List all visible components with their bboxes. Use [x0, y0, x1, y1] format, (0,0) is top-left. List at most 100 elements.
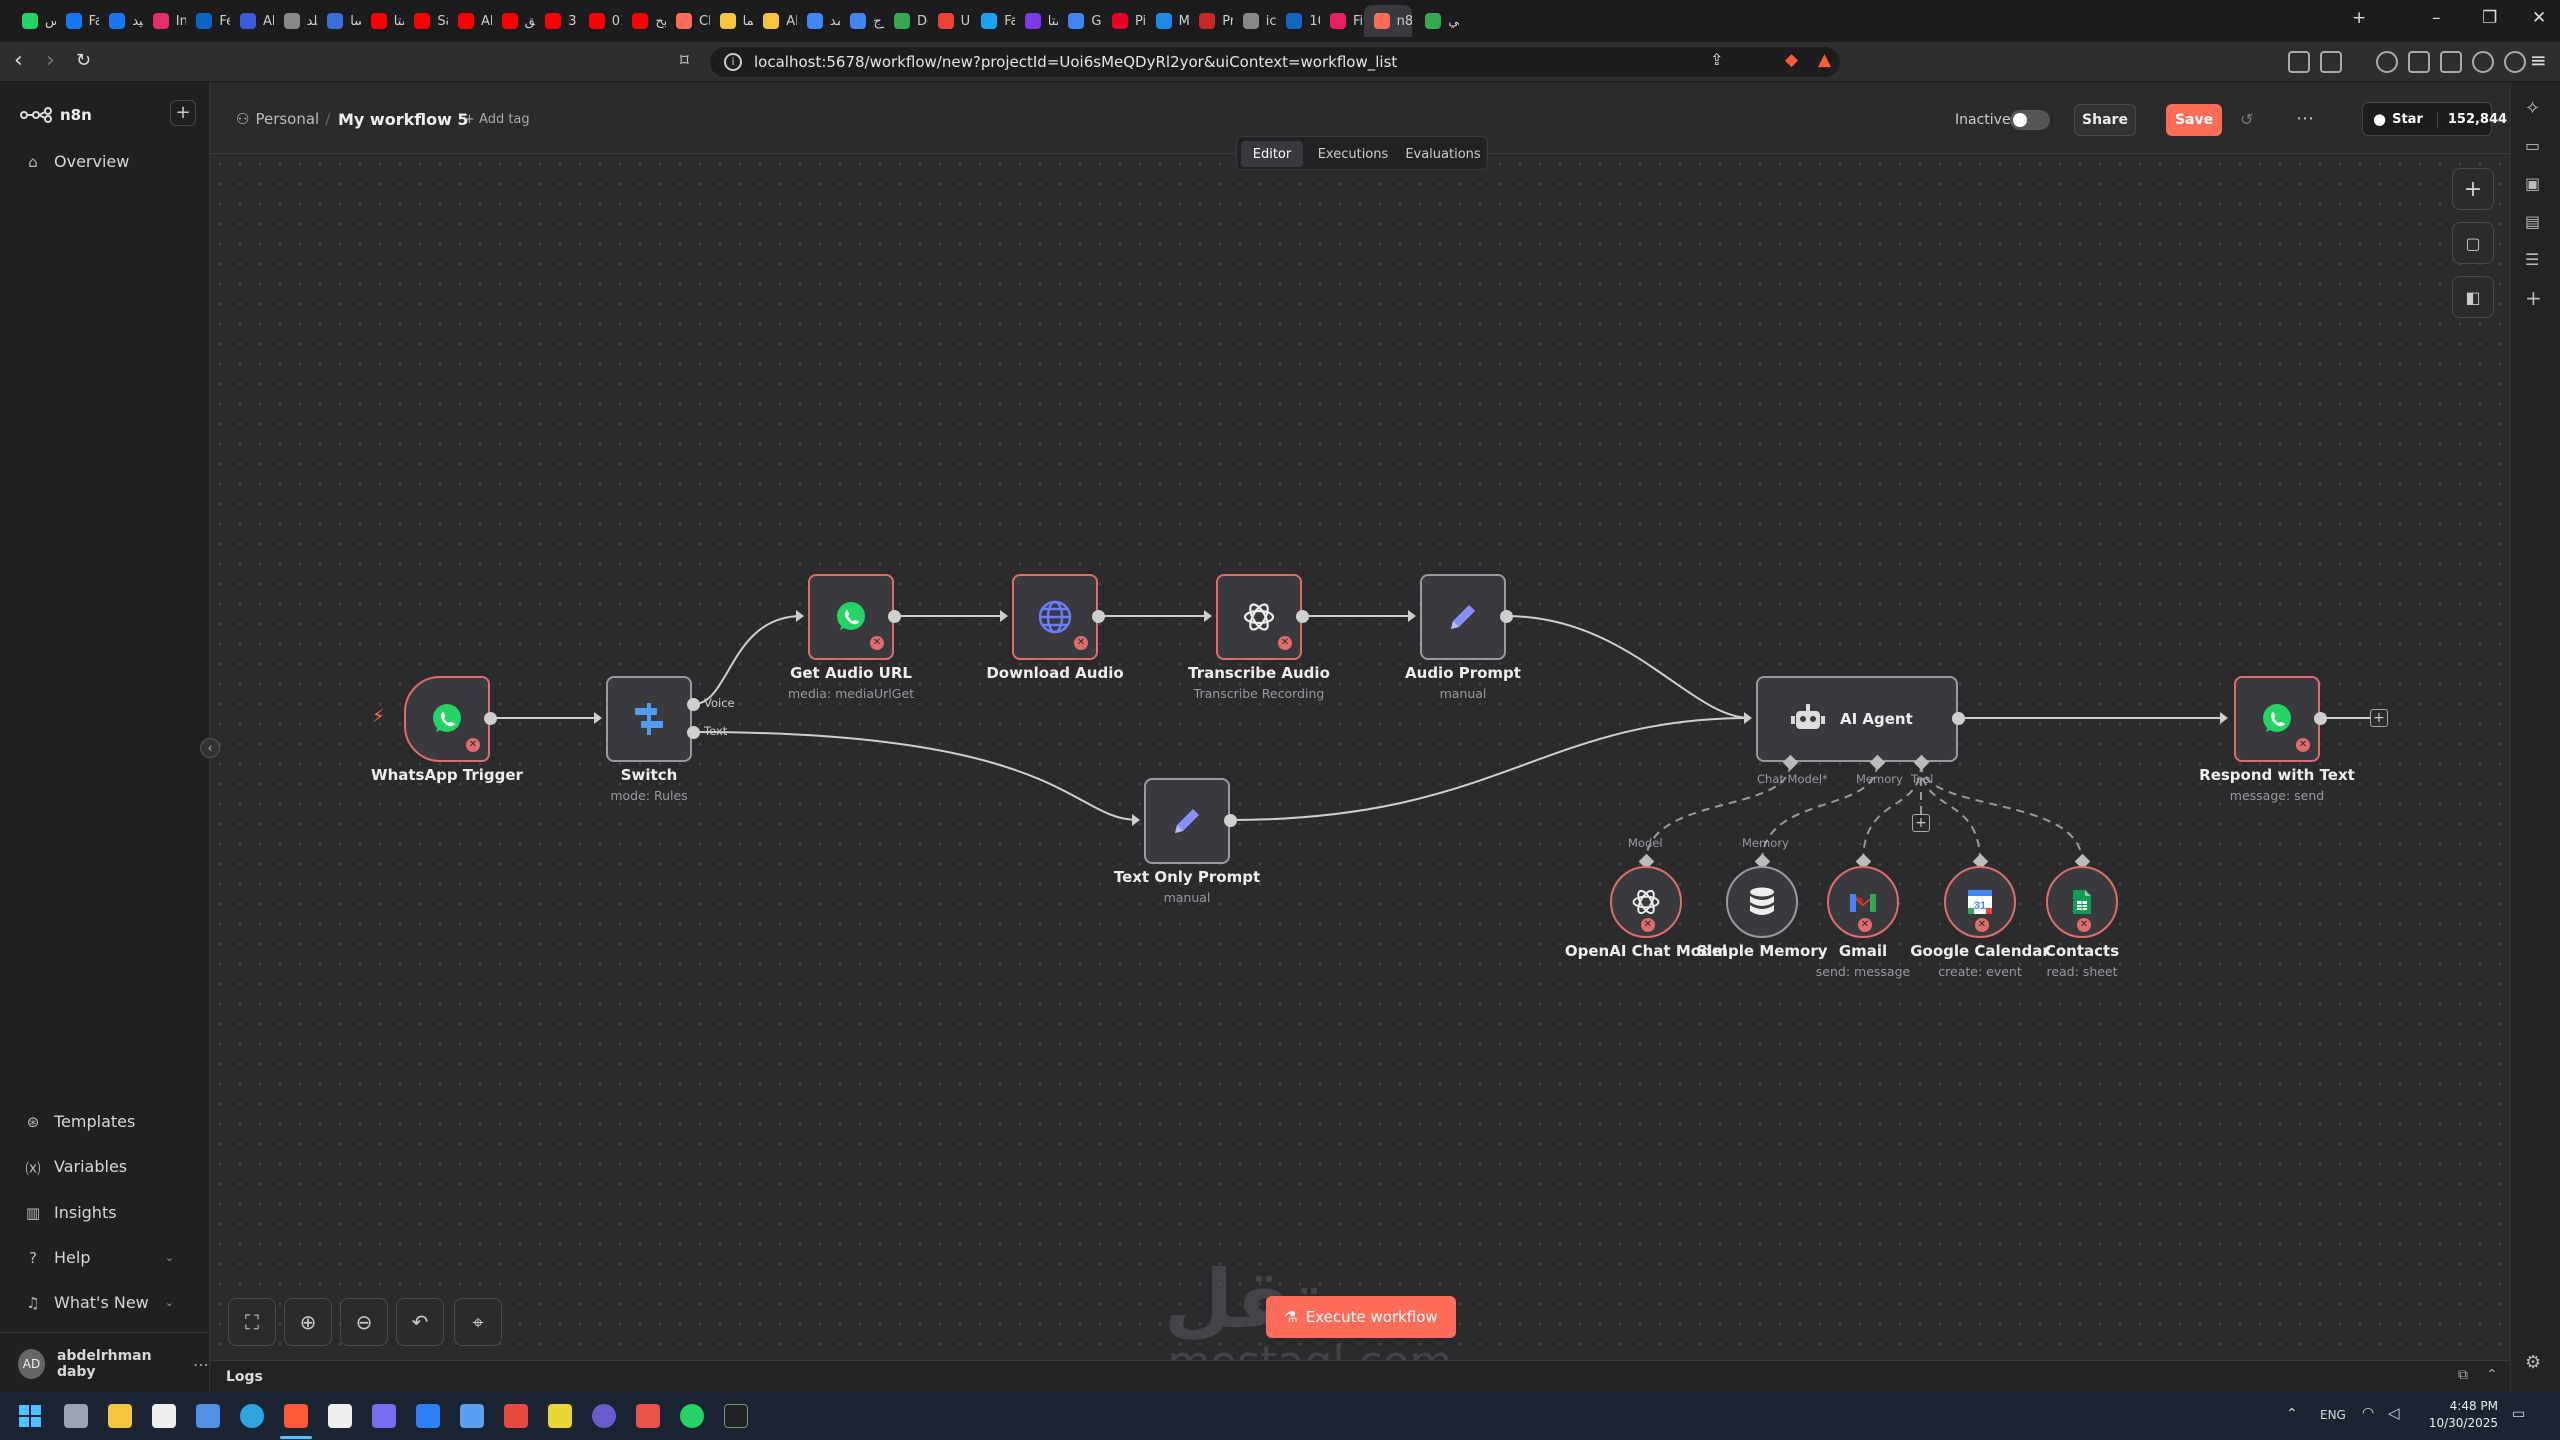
browser-tab[interactable]: AI V [753, 5, 797, 37]
node-text-only-prompt[interactable] [1144, 778, 1230, 864]
fit-view-icon[interactable]: ⛶ [228, 1298, 276, 1346]
node-get-audio-url[interactable]: ✕ [808, 574, 894, 660]
back-icon[interactable]: ‹ [14, 48, 23, 73]
figma-icon[interactable] [636, 1404, 660, 1428]
settings-gear-icon[interactable]: ⚙ [2525, 1352, 2541, 1373]
media-icon[interactable]: ▭ [2525, 136, 2540, 155]
sidebar-item-overview[interactable]: ⌂ Overview [24, 152, 129, 171]
active-toggle[interactable] [2010, 110, 2050, 130]
browser-tab[interactable]: ملد [274, 5, 317, 37]
more-options-icon[interactable]: ⋯ [2296, 108, 2314, 129]
browser-tab[interactable]: 010 [579, 5, 622, 37]
extensions-icon[interactable] [2288, 51, 2310, 73]
tidy-up-icon[interactable]: ⌖ [454, 1298, 502, 1346]
browser-tab[interactable]: Pro [1189, 5, 1233, 37]
browser-tab[interactable]: المد [797, 5, 840, 37]
browser-tab[interactable]: الما [710, 5, 753, 37]
node-download-audio[interactable]: ✕ [1012, 574, 1098, 660]
add-node-button[interactable]: + [2370, 709, 2388, 727]
reload-icon[interactable]: ↻ [76, 50, 91, 71]
share-button[interactable]: Share [2074, 104, 2136, 136]
n8n-logo[interactable]: n8n [20, 106, 92, 124]
output-handle[interactable] [1952, 712, 1965, 725]
node-gmail[interactable]: ✕ [1827, 866, 1899, 938]
node-audio-prompt[interactable] [1420, 574, 1506, 660]
browser-tab[interactable]: Abc [230, 5, 274, 37]
zoom-out-icon[interactable]: ⊖ [340, 1298, 388, 1346]
restore-icon[interactable]: ❐ [2482, 8, 2497, 28]
notion-icon[interactable] [328, 1404, 352, 1428]
output-handle[interactable] [1224, 814, 1237, 827]
volume-icon[interactable]: ◁ [2388, 1404, 2400, 1422]
node-switch[interactable] [606, 676, 692, 762]
wifi-icon[interactable]: ◠ [2362, 1405, 2374, 1421]
browser-tab[interactable]: Inst [143, 5, 186, 37]
browser-tab[interactable]: يوتي [1415, 5, 1459, 37]
add-panel-icon[interactable]: + [2525, 286, 2542, 310]
browser-tab[interactable]: Pint [1102, 5, 1146, 37]
chevron-up-icon[interactable]: ⌃ [2286, 1406, 2298, 1422]
wallet-rail-icon[interactable]: ▣ [2525, 174, 2540, 193]
node-contacts[interactable]: ✕ [2046, 866, 2118, 938]
wallet-icon[interactable] [2408, 51, 2430, 73]
browser-tab[interactable]: Goo [1058, 5, 1102, 37]
save-button[interactable]: Save [2166, 104, 2222, 136]
node-openai-chat-model[interactable]: ✕ [1610, 866, 1682, 938]
browser-tab[interactable]: Alex [448, 5, 492, 37]
share-page-icon[interactable]: ⇪ [1710, 50, 1723, 69]
sidebar-item-help[interactable]: ? Help ⌄ [24, 1248, 174, 1267]
output-handle-text[interactable] [687, 726, 700, 739]
browser-tab[interactable]: ict [1233, 5, 1276, 37]
browser-tab[interactable]: إستا [361, 5, 404, 37]
add-tag-link[interactable]: + Add tag [464, 112, 530, 127]
capcut-icon[interactable] [152, 1404, 176, 1428]
browser-tab[interactable]: Face [56, 5, 99, 37]
browser-tab[interactable]: Dev [884, 5, 928, 37]
close-window-icon[interactable]: ✕ [2532, 8, 2546, 28]
output-handle[interactable] [1500, 610, 1513, 623]
windows-start-icon[interactable] [18, 1404, 42, 1428]
app-icon[interactable] [372, 1404, 396, 1428]
language-indicator[interactable]: ENG [2320, 1408, 2346, 1422]
sidebar-item-variables[interactable]: ⒳ Variables [24, 1157, 127, 1178]
browser-tab[interactable]: اشتا [1015, 5, 1058, 37]
popout-icon[interactable]: ⧉ [2458, 1367, 2468, 1383]
github-desktop-icon[interactable] [592, 1404, 616, 1428]
browser-tab[interactable]: Sam [404, 5, 448, 37]
node-simple-memory[interactable] [1726, 866, 1798, 938]
browser-tab[interactable]: 100 [1276, 5, 1320, 37]
github-star-button[interactable]: ● Star 152,844 [2362, 102, 2507, 136]
reading-list-icon[interactable]: ☰ [2525, 250, 2539, 269]
browser-tab[interactable]: ترج [840, 5, 884, 37]
browser-tab[interactable]: n8n× [1363, 5, 1412, 37]
history-icon[interactable]: ↺ [2240, 110, 2253, 129]
sidebar-toggle-icon[interactable] [2440, 51, 2462, 73]
task-view-icon[interactable] [64, 1404, 88, 1428]
output-handle[interactable] [888, 610, 901, 623]
site-info-icon[interactable]: i [724, 53, 742, 71]
output-handle[interactable] [484, 712, 497, 725]
output-handle[interactable] [1296, 610, 1309, 623]
breadcrumb[interactable]: ⚇ Personal / [236, 110, 330, 128]
pycharm-icon[interactable] [548, 1404, 572, 1428]
node-transcribe-audio[interactable]: ✕ [1216, 574, 1302, 660]
file-explorer-icon[interactable] [108, 1404, 132, 1428]
brave-taskbar-icon[interactable] [284, 1404, 308, 1428]
undo-icon[interactable]: ↶ [396, 1298, 444, 1346]
node-ai-agent[interactable]: AI Agent [1756, 676, 1958, 762]
menu-icon[interactable]: ≡ [2530, 48, 2547, 72]
node-whatsapp-trigger[interactable]: ✕ [404, 676, 490, 762]
browser-tab[interactable]: 3 ع [535, 5, 579, 37]
brave-shield-icon[interactable]: ◆ [1785, 50, 1798, 70]
chevron-up-icon[interactable]: ⌃ [2486, 1367, 2498, 1383]
sidebar-item-whats-new[interactable]: ♫ What's New ⌄ [24, 1293, 174, 1312]
browser-tab[interactable]: My [1146, 5, 1189, 37]
execute-workflow-button[interactable]: ⚗ Execute workflow [1266, 1296, 1456, 1338]
browser-tab[interactable]: Feed [186, 5, 230, 37]
output-handle-voice[interactable] [687, 698, 700, 711]
browser-tab[interactable]: حسا [317, 5, 361, 37]
clock[interactable]: 4:48 PM 10/30/2025 [2418, 1398, 2498, 1432]
browser-tab[interactable]: Face [971, 5, 1015, 37]
app-icon[interactable] [196, 1404, 220, 1428]
url-field[interactable]: i localhost:5678/workflow/new?projectId=… [710, 47, 1840, 77]
